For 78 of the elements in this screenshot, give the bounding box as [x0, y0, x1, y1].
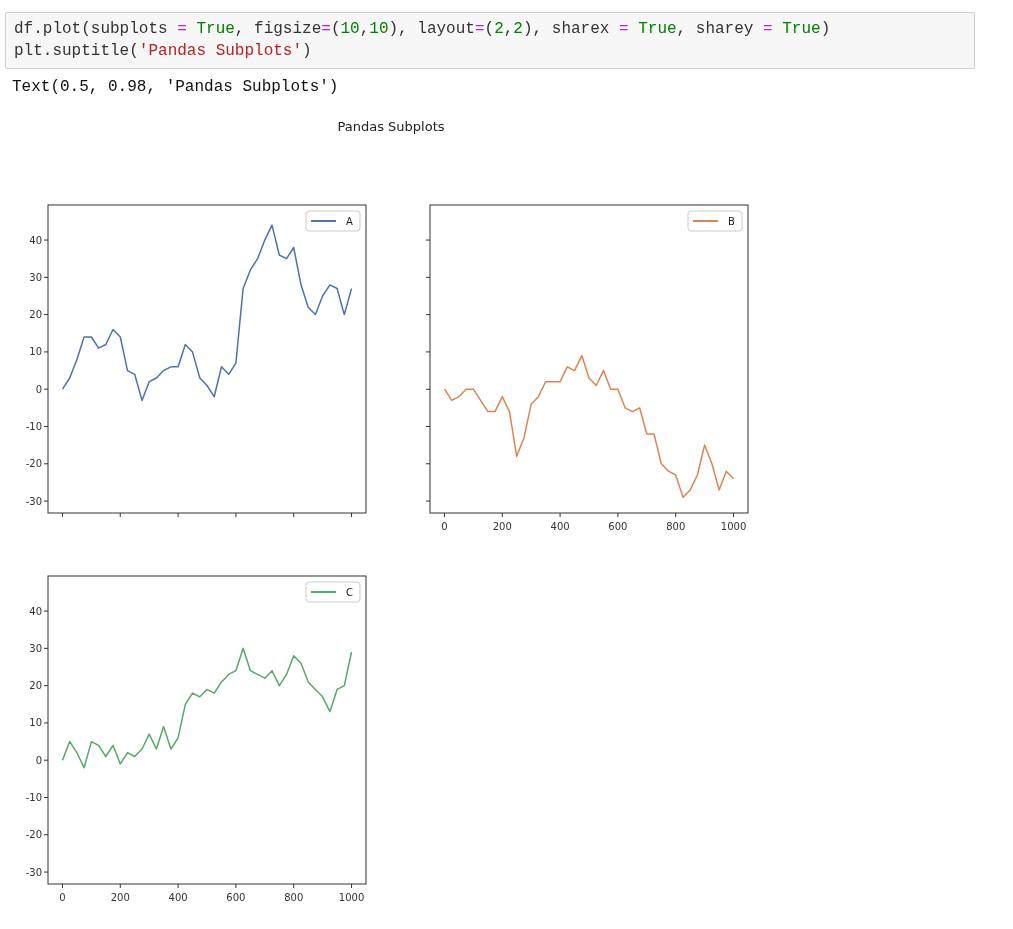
- tick-label: -10: [25, 792, 42, 803]
- tick-mark: [425, 463, 431, 465]
- tick-label: 600: [608, 521, 628, 532]
- tick-mark: [43, 463, 49, 465]
- tick-mark: [43, 239, 49, 241]
- tick-mark: [425, 500, 431, 502]
- code-cell[interactable]: df.plot(subplots = True, figsize=(10,10), layout=(2,2), sharex = True, sharey = True) plt.suptitle('Pandas Subplots'): [5, 12, 975, 69]
- tick-mark: [43, 797, 49, 798]
- tick-mark: [119, 512, 121, 518]
- tick-mark: [675, 512, 677, 518]
- tick-mark: [293, 883, 295, 889]
- tick-label: 800: [666, 521, 686, 532]
- tick-mark: [235, 883, 237, 889]
- tick-mark: [733, 512, 735, 518]
- legend-label: A: [346, 216, 353, 227]
- tick-mark: [119, 883, 121, 889]
- tick-label: 20: [29, 680, 42, 692]
- tick-label: 200: [492, 521, 512, 532]
- tick-label: -20: [25, 829, 42, 841]
- tick-mark: [61, 512, 63, 518]
- tick-mark: [443, 512, 445, 518]
- tick-label: 10: [29, 717, 42, 729]
- tick-label: 0: [59, 892, 66, 903]
- tick-mark: [425, 351, 431, 353]
- tick-label: 400: [168, 892, 188, 903]
- tick-label: 10: [29, 346, 42, 358]
- tick-label: 30: [29, 642, 42, 654]
- tick-label: 1000: [720, 521, 747, 532]
- tick-mark: [177, 512, 179, 518]
- tick-label: 40: [29, 605, 42, 617]
- tick-mark: [43, 610, 49, 612]
- tick-label: 1000: [338, 892, 365, 903]
- tick-mark: [425, 239, 431, 241]
- code-line: df.plot(subplots = True, figsize=(10,10), layout=(2,2), sharex = True, sharey = True): [14, 19, 832, 40]
- output-text: Text(0.5, 0.98, 'Pandas Subplots'): [12, 77, 340, 98]
- tick-label: -10: [25, 421, 42, 432]
- tick-label: -30: [25, 866, 42, 878]
- tick-label: 0: [441, 521, 448, 532]
- tick-mark: [43, 722, 49, 724]
- tick-mark: [425, 314, 431, 316]
- tick-mark: [61, 883, 63, 889]
- tick-mark: [351, 512, 353, 518]
- tick-label: -20: [25, 458, 42, 470]
- tick-label: 200: [110, 892, 130, 903]
- legend-label: B: [728, 216, 735, 227]
- tick-mark: [43, 871, 49, 873]
- tick-mark: [43, 351, 49, 353]
- tick-mark: [425, 388, 431, 390]
- tick-mark: [351, 883, 353, 889]
- tick-mark: [559, 512, 561, 518]
- legend-label: C: [346, 587, 353, 598]
- tick-mark: [43, 314, 49, 316]
- tick-mark: [43, 500, 49, 502]
- tick-label: 800: [284, 892, 304, 903]
- figure-title: Pandas Subplots: [337, 119, 445, 134]
- tick-mark: [43, 276, 49, 278]
- tick-mark: [501, 512, 503, 518]
- tick-label: 30: [29, 271, 42, 283]
- tick-label: 600: [226, 892, 246, 903]
- tick-mark: [425, 426, 431, 427]
- tick-mark: [425, 276, 431, 278]
- tick-mark: [235, 512, 237, 518]
- tick-label: -30: [25, 495, 42, 507]
- tick-mark: [43, 426, 49, 427]
- tick-mark: [617, 512, 619, 518]
- tick-mark: [177, 883, 179, 889]
- tick-mark: [43, 759, 49, 761]
- tick-mark: [43, 647, 49, 649]
- tick-label: 400: [550, 521, 570, 532]
- tick-label: 0: [35, 383, 42, 395]
- code-line: plt.suptitle('Pandas Subplots'): [14, 41, 313, 62]
- tick-mark: [293, 512, 295, 518]
- tick-mark: [43, 834, 49, 836]
- tick-label: 40: [29, 234, 42, 246]
- tick-label: 0: [35, 754, 42, 766]
- tick-label: 20: [29, 309, 42, 321]
- tick-mark: [43, 685, 49, 687]
- tick-mark: [43, 388, 49, 390]
